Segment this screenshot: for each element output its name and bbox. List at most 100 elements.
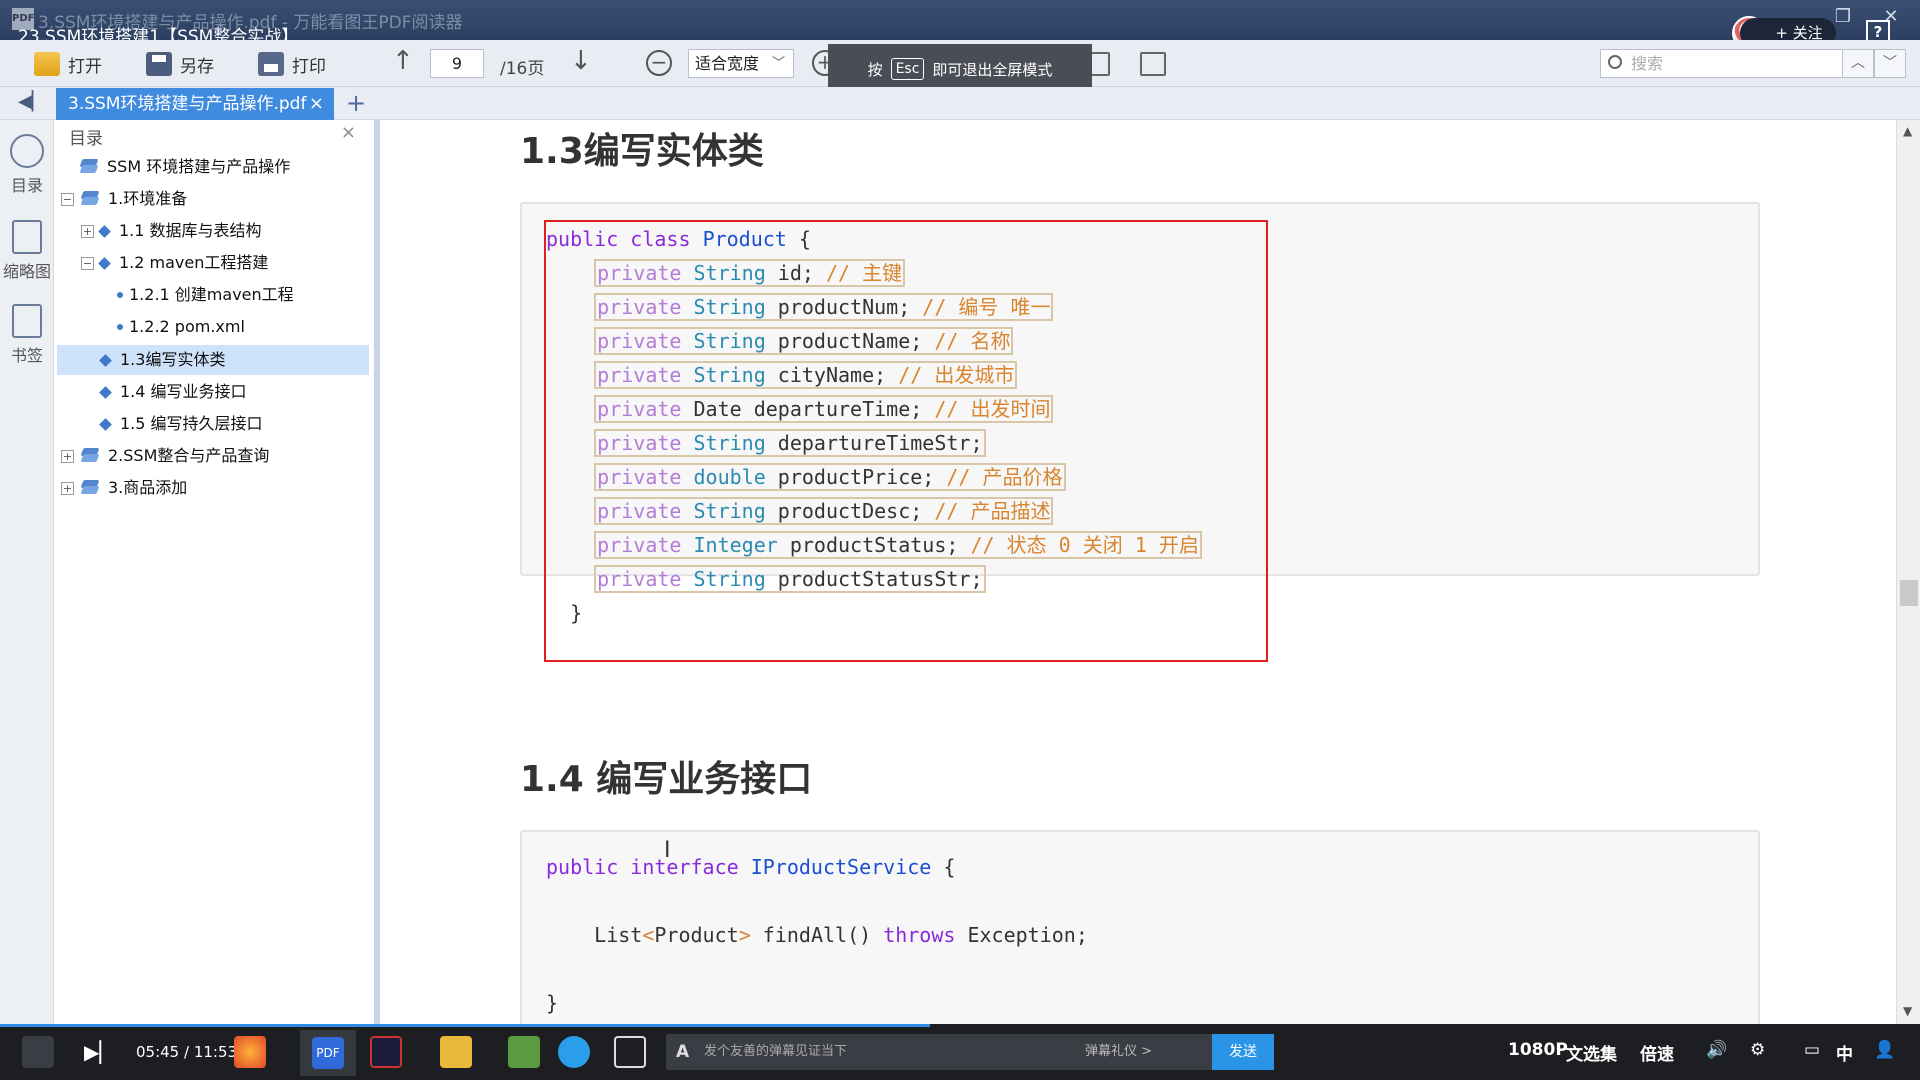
zoom-mode-select[interactable]: 适合宽度 ﹀ [688, 49, 794, 78]
title-bar: PDF 3.SSM环境搭建与产品操作.pdf - 万能看图王PDF阅读器 23.… [0, 0, 1920, 50]
scroll-thumb[interactable] [1900, 580, 1918, 606]
page-number-input[interactable]: 9 [430, 49, 484, 78]
left-rail: 目录 缩略图 书签 [0, 120, 54, 1024]
outline-item[interactable]: 1.5 编写持久层接口 [99, 409, 369, 439]
danmaku-placeholder: 发个友善的弹幕见证当下 [704, 1044, 848, 1059]
page-total: /16页 [500, 59, 545, 79]
print-button[interactable]: 打印 [258, 50, 326, 78]
prev-page-icon[interactable]: ↑ [392, 46, 414, 76]
bookmark-icon [12, 304, 42, 338]
expand-icon[interactable]: + [81, 224, 94, 238]
search-next-button[interactable]: ﹀ [1874, 49, 1906, 78]
outline-title: 目录 [69, 129, 103, 149]
code-line: public interface IProductService { [546, 850, 1088, 884]
outline-item-selected[interactable]: 1.3编写实体类 [57, 345, 369, 375]
collapse-icon[interactable]: − [61, 192, 74, 206]
next-page-icon[interactable]: ↓ [570, 46, 592, 76]
outline-item[interactable]: 1.2.2 pom.xml [117, 312, 369, 342]
save-as-label: 另存 [180, 56, 214, 77]
outline-item-label: 1.环境准备 [108, 189, 188, 208]
settings-app-icon[interactable] [614, 1036, 646, 1068]
start-icon[interactable] [22, 1036, 54, 1068]
quality-button[interactable]: 1080P [1508, 1040, 1568, 1060]
rail-outline[interactable]: 目录 [0, 134, 54, 196]
diamond-icon [99, 385, 112, 399]
tab-document[interactable]: 3.SSM环境搭建与产品操作.pdf × [56, 88, 334, 120]
outline-item-label: 1.3编写实体类 [120, 350, 226, 369]
code-keyword: throws [883, 923, 956, 947]
layers-icon [80, 480, 100, 496]
collection-button[interactable]: 文选集 [1566, 1040, 1617, 1065]
search-prev-button[interactable]: ︿ [1842, 49, 1874, 78]
open-button[interactable]: 打开 [34, 50, 102, 78]
code-type: Product [654, 923, 739, 947]
play-next-icon[interactable]: ▶▏ [84, 1036, 115, 1068]
explorer-icon[interactable] [440, 1036, 472, 1068]
code-class-name: IProductService [750, 855, 932, 879]
outline-item[interactable]: + 1.1 数据库与表结构 [81, 216, 369, 246]
code-brace: } [546, 991, 559, 1015]
vertical-scrollbar[interactable]: ▲ ▼ [1896, 120, 1920, 1024]
outline-item[interactable]: SSM 环境搭建与产品操作 [79, 152, 369, 182]
speed-button[interactable]: 倍速 [1640, 1040, 1674, 1065]
window-mode-icon[interactable]: ▭ [1804, 1040, 1820, 1060]
diamond-icon [99, 353, 112, 367]
collapse-icon[interactable]: − [81, 256, 94, 270]
scroll-up-icon[interactable]: ▲ [1903, 124, 1912, 138]
danmaku-input[interactable]: A 发个友善的弹幕见证当下 弹幕礼仪 > [666, 1034, 1212, 1070]
folder-icon [34, 52, 60, 76]
printer-icon [258, 52, 284, 76]
collapse-sidebar-icon[interactable]: ◀▏ [18, 91, 46, 112]
outline-item[interactable]: 1.2.1 创建maven工程 [117, 280, 369, 310]
outline-item[interactable]: + 2.SSM整合与产品查询 [61, 441, 369, 471]
search-input[interactable]: 搜索 [1600, 49, 1844, 78]
ide-icon[interactable] [370, 1036, 402, 1068]
zoom-out-icon[interactable]: − [646, 50, 672, 76]
outline-item[interactable]: + 3.商品添加 [61, 473, 369, 503]
diamond-icon [99, 417, 112, 431]
list-icon [10, 134, 44, 168]
code-line: List<Product> findAll() throws Exception… [546, 918, 1088, 952]
send-danmaku-button[interactable]: 发送 [1212, 1034, 1274, 1070]
fullscreen-icon[interactable] [1140, 52, 1166, 76]
text-style-icon: A [676, 1042, 690, 1062]
print-label: 打印 [292, 56, 326, 77]
outline-item-label: 1.5 编写持久层接口 [120, 414, 263, 433]
tab-label: 3.SSM环境搭建与产品操作.pdf [68, 94, 307, 114]
layers-icon [79, 159, 99, 175]
outline-item[interactable]: − 1.2 maven工程搭建 [81, 248, 369, 278]
expand-icon[interactable]: + [61, 449, 74, 463]
volume-icon[interactable]: 🔊 [1706, 1040, 1727, 1060]
save-as-button[interactable]: 另存 [146, 50, 214, 78]
outline-item[interactable]: − 1.环境准备 [61, 184, 369, 214]
interface-code: public interface IProductService { List<… [546, 850, 1088, 1020]
rail-bookmarks-label: 书签 [10, 346, 43, 365]
outline-item[interactable]: 1.4 编写业务接口 [99, 377, 369, 407]
bullet-icon [117, 324, 123, 330]
code-block-interface: public interface IProductService { List<… [520, 830, 1760, 1024]
close-outline-icon[interactable]: × [341, 122, 356, 143]
danmaku-etiquette-link[interactable]: 弹幕礼仪 > [1085, 1034, 1152, 1070]
tab-bar: ◀▏ 3.SSM环境搭建与产品操作.pdf × + [0, 87, 1920, 120]
user-icon[interactable]: 👤 [1874, 1040, 1895, 1060]
rail-outline-label: 目录 [10, 176, 43, 195]
close-tab-icon[interactable]: × [309, 88, 324, 120]
code-line: } [546, 986, 1088, 1020]
code-generic: > [738, 923, 751, 947]
zoom-mode-value: 适合宽度 [695, 54, 760, 73]
restore-icon[interactable]: ❐ [1830, 6, 1856, 28]
firefox-icon[interactable] [234, 1036, 266, 1068]
code-brace: { [931, 855, 956, 879]
pdf-app-icon[interactable]: PDF [300, 1030, 356, 1076]
browser-icon[interactable] [558, 1036, 590, 1068]
notepad-icon[interactable] [508, 1036, 540, 1068]
scroll-down-icon[interactable]: ▼ [1903, 1004, 1912, 1018]
rail-bookmarks[interactable]: 书签 [0, 304, 54, 366]
ime-indicator[interactable]: 中 [1836, 1040, 1853, 1065]
expand-icon[interactable]: + [61, 481, 74, 495]
settings-icon[interactable]: ⚙ [1750, 1040, 1765, 1060]
rail-thumbnails[interactable]: 缩略图 [0, 220, 54, 282]
new-tab-button[interactable]: + [346, 89, 366, 117]
video-progress[interactable] [0, 1024, 930, 1027]
